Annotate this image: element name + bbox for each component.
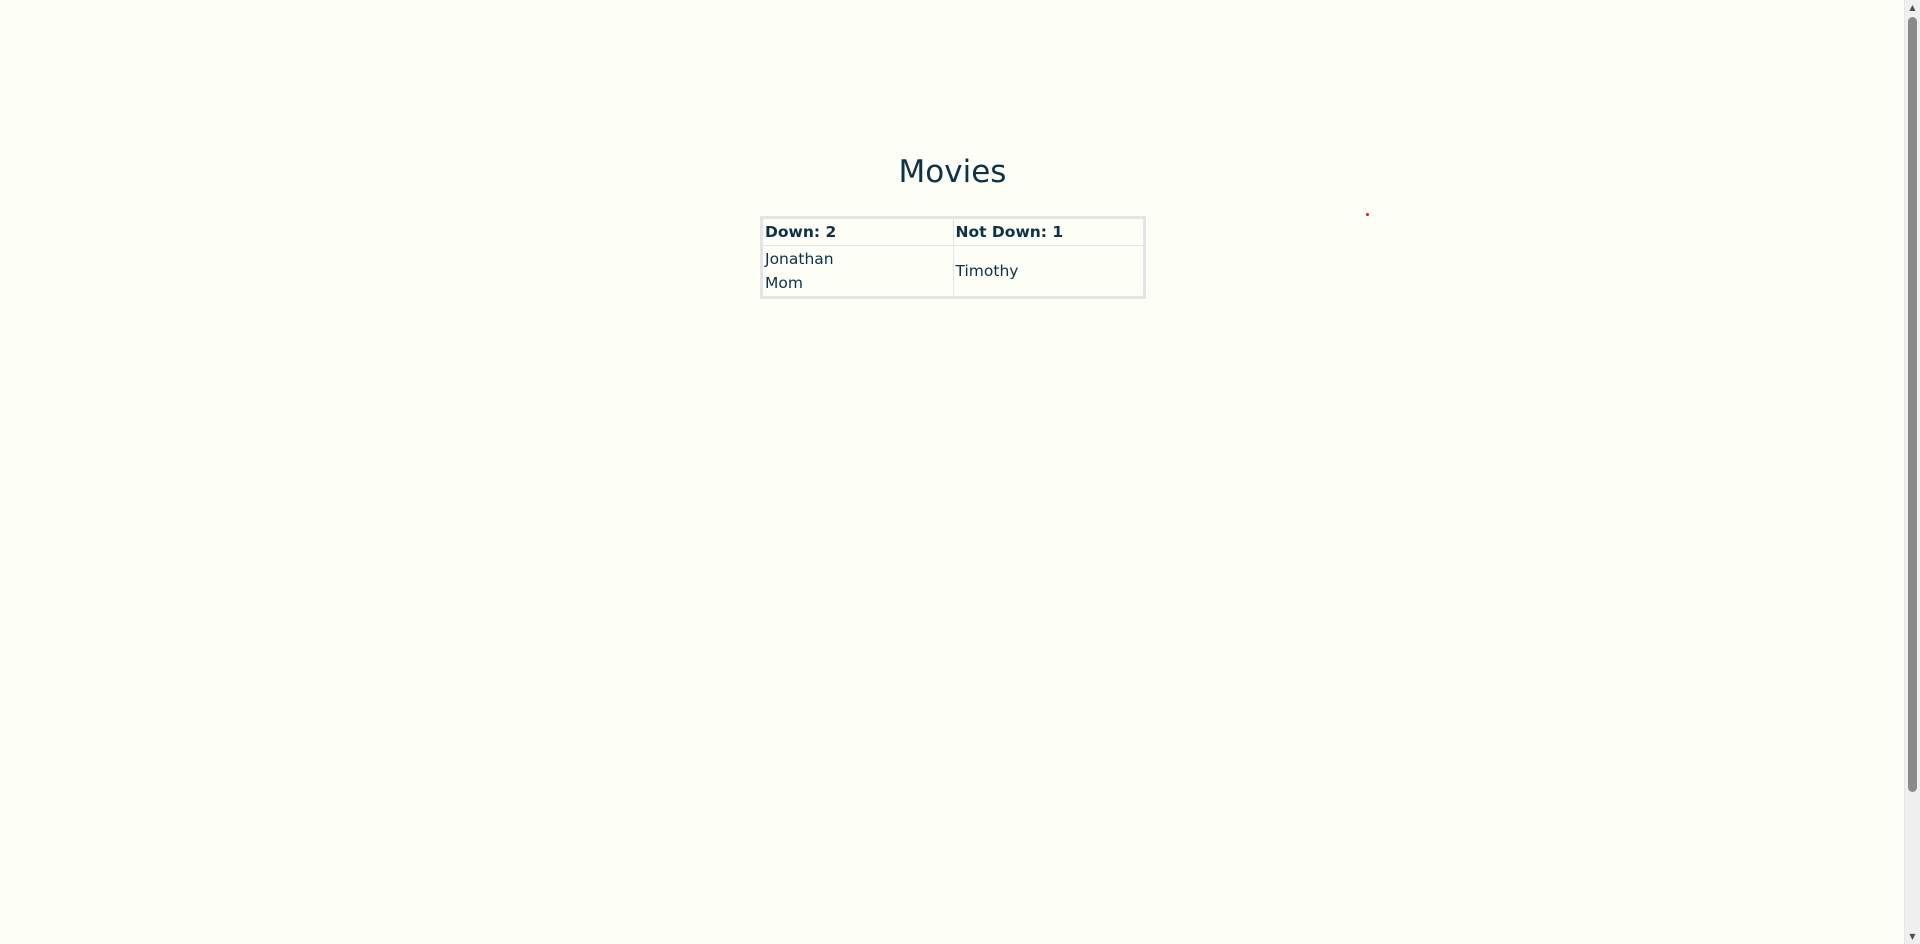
page: Movies Down: 2 Not Down: 1 Jonathan Mom … <box>0 0 1905 944</box>
table-row: Jonathan Mom Timothy <box>761 245 1145 298</box>
vote-table: Down: 2 Not Down: 1 Jonathan Mom Timothy <box>760 216 1146 299</box>
list-item: Jonathan <box>765 250 834 268</box>
scroll-down-icon[interactable]: ▼ <box>1905 929 1920 944</box>
scroll-thumb[interactable] <box>1908 17 1917 792</box>
down-count-header: Down: 2 <box>761 217 954 246</box>
not-down-names-list: Timothy <box>956 259 1142 283</box>
not-down-count-header: Not Down: 1 <box>952 217 1145 246</box>
not-down-names-cell: Timothy <box>952 245 1145 298</box>
list-item: Timothy <box>955 262 1019 280</box>
down-names-list: Jonathan Mom <box>765 247 951 295</box>
page-title: Movies <box>898 154 1007 190</box>
red-dot-marker <box>1366 213 1369 216</box>
down-names-cell: Jonathan Mom <box>761 245 954 298</box>
list-item: Mom <box>765 274 803 292</box>
table-header-row: Down: 2 Not Down: 1 <box>761 217 1145 246</box>
vertical-scrollbar[interactable]: ▲ ▼ <box>1904 0 1920 944</box>
scroll-up-icon[interactable]: ▲ <box>1905 0 1920 15</box>
